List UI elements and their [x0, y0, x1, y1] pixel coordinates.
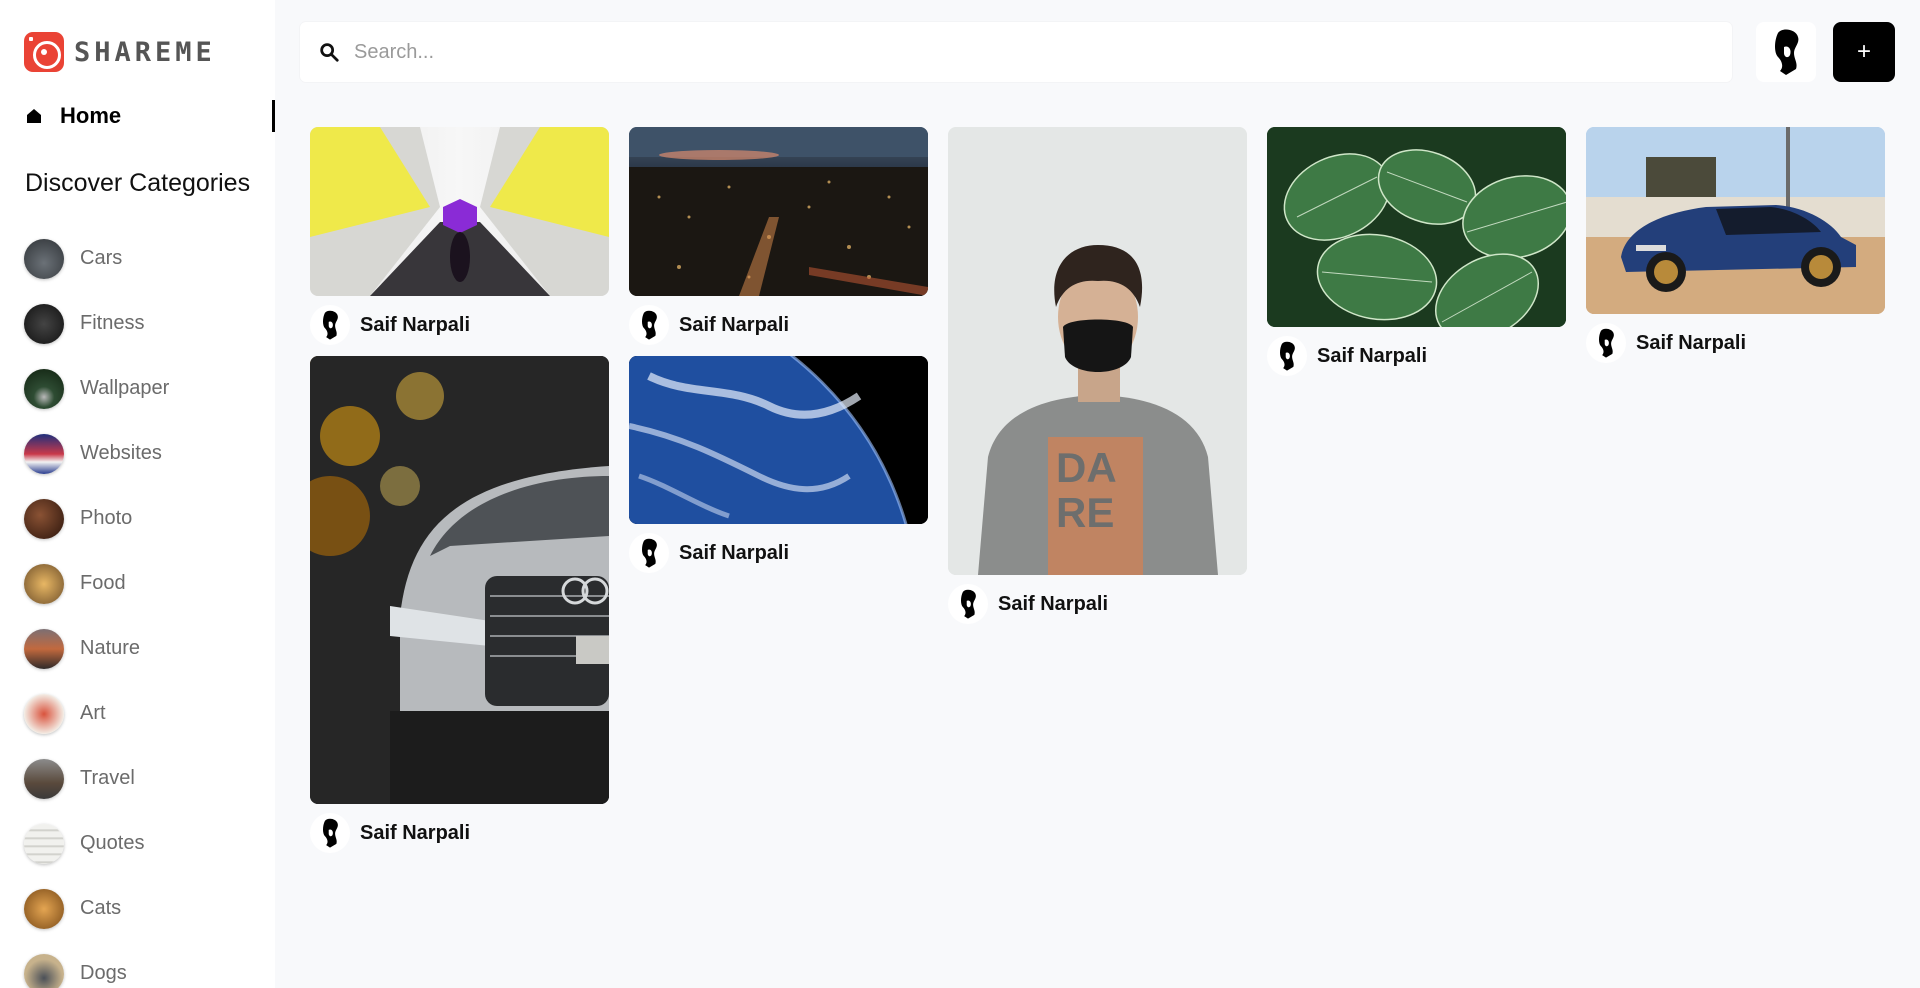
- category-list: Cars Fitness Wallpaper Websites Photo Fo…: [24, 226, 169, 988]
- home-label: Home: [60, 103, 122, 128]
- home-icon: [24, 106, 44, 126]
- pin-image[interactable]: [629, 356, 928, 524]
- category-nature[interactable]: Nature: [24, 616, 169, 681]
- author-avatar: [310, 813, 350, 853]
- pin-author[interactable]: Saif Narpali: [310, 812, 609, 854]
- author-avatar: [629, 305, 669, 345]
- category-avatar: [24, 303, 64, 344]
- category-label: Quotes: [80, 832, 145, 854]
- pin-author[interactable]: Saif Narpali: [1586, 322, 1885, 364]
- category-label: Cars: [80, 247, 123, 269]
- profile-avatar-icon: [1775, 29, 1799, 75]
- pin-author[interactable]: Saif Narpali: [1267, 335, 1566, 377]
- user-profile-avatar[interactable]: [1756, 22, 1816, 82]
- author-avatar: [310, 305, 350, 345]
- pin-image-art: [310, 356, 609, 804]
- pin-image-art: [1586, 127, 1885, 314]
- author-name: Saif Narpali: [360, 821, 471, 844]
- category-wallpaper[interactable]: Wallpaper: [24, 356, 169, 421]
- category-label: Dogs: [80, 962, 127, 984]
- pin-card[interactable]: Saif Narpali: [1586, 127, 1885, 364]
- pin-image[interactable]: DA RE: [948, 127, 1247, 575]
- app-logo[interactable]: SHAREME: [24, 32, 216, 72]
- category-quotes[interactable]: Quotes: [24, 811, 169, 876]
- category-avatar: [24, 433, 64, 474]
- category-avatar: [24, 498, 64, 539]
- pin-image[interactable]: [629, 127, 928, 296]
- category-websites[interactable]: Websites: [24, 421, 169, 486]
- author-name: Saif Narpali: [998, 592, 1109, 615]
- category-label: Food: [80, 572, 126, 594]
- category-photo[interactable]: Photo: [24, 486, 169, 551]
- pin-image[interactable]: [1267, 127, 1566, 327]
- pin-image-art: [629, 356, 928, 524]
- pin-image[interactable]: [1586, 127, 1885, 314]
- category-food[interactable]: Food: [24, 551, 169, 616]
- category-label: Websites: [80, 442, 162, 464]
- category-cats[interactable]: Cats: [24, 876, 169, 941]
- author-avatar: [1586, 323, 1626, 363]
- search-icon: [318, 41, 340, 63]
- sidebar-item-home[interactable]: Home: [24, 100, 275, 132]
- discover-categories-heading: Discover Categories: [25, 169, 251, 197]
- category-art[interactable]: Art: [24, 681, 169, 746]
- camera-icon: [24, 32, 64, 72]
- pin-card[interactable]: Saif Narpali: [629, 127, 928, 346]
- category-label: Wallpaper: [80, 377, 170, 399]
- search-input[interactable]: [354, 40, 1654, 64]
- search-bar: [300, 22, 1732, 82]
- pin-author[interactable]: Saif Narpali: [629, 532, 928, 574]
- author-avatar: [1267, 336, 1307, 376]
- pin-card[interactable]: Saif Narpali: [629, 356, 928, 574]
- category-avatar: [24, 693, 64, 734]
- pin-author[interactable]: Saif Narpali: [948, 583, 1247, 625]
- svg-text:RE: RE: [1056, 489, 1114, 536]
- author-avatar: [629, 533, 669, 573]
- category-cars[interactable]: Cars: [24, 226, 169, 291]
- pin-image-art: DA RE: [948, 127, 1247, 575]
- svg-text:DA: DA: [1056, 444, 1117, 491]
- category-fitness[interactable]: Fitness: [24, 291, 169, 356]
- category-avatar: [24, 758, 64, 799]
- category-label: Nature: [80, 637, 141, 659]
- category-avatar: [24, 628, 64, 669]
- category-label: Travel: [80, 767, 135, 789]
- category-avatar: [24, 563, 64, 604]
- category-avatar: [24, 823, 64, 864]
- pin-image-art: [629, 127, 928, 296]
- author-name: Saif Narpali: [360, 313, 471, 336]
- author-name: Saif Narpali: [1636, 331, 1747, 354]
- pin-image[interactable]: [310, 127, 609, 296]
- category-travel[interactable]: Travel: [24, 746, 169, 811]
- pin-author[interactable]: Saif Narpali: [310, 304, 609, 346]
- author-name: Saif Narpali: [1317, 344, 1428, 367]
- pin-author[interactable]: Saif Narpali: [629, 304, 928, 346]
- category-label: Art: [80, 702, 106, 724]
- category-label: Fitness: [80, 312, 145, 334]
- sidebar: SHAREME Home Discover Categories Cars Fi…: [0, 0, 275, 988]
- pin-card[interactable]: Saif Narpali: [310, 127, 609, 346]
- category-label: Photo: [80, 507, 133, 529]
- pin-card[interactable]: DA RE Saif Narpali: [948, 127, 1247, 625]
- category-avatar: [24, 368, 64, 409]
- category-label: Cats: [80, 897, 122, 919]
- pin-image-art: [1267, 127, 1566, 327]
- category-dogs[interactable]: Dogs: [24, 941, 169, 988]
- pin-image-art: [310, 127, 609, 296]
- pin-card[interactable]: Saif Narpali: [310, 356, 609, 854]
- category-avatar: [24, 888, 64, 929]
- author-avatar: [948, 584, 988, 624]
- category-avatar: [24, 953, 64, 988]
- app-name: SHAREME: [74, 36, 216, 68]
- pin-image[interactable]: [310, 356, 609, 804]
- category-avatar: [24, 238, 64, 279]
- pin-card[interactable]: Saif Narpali: [1267, 127, 1566, 377]
- author-name: Saif Narpali: [679, 313, 790, 336]
- add-pin-button[interactable]: +: [1833, 22, 1895, 82]
- author-name: Saif Narpali: [679, 541, 790, 564]
